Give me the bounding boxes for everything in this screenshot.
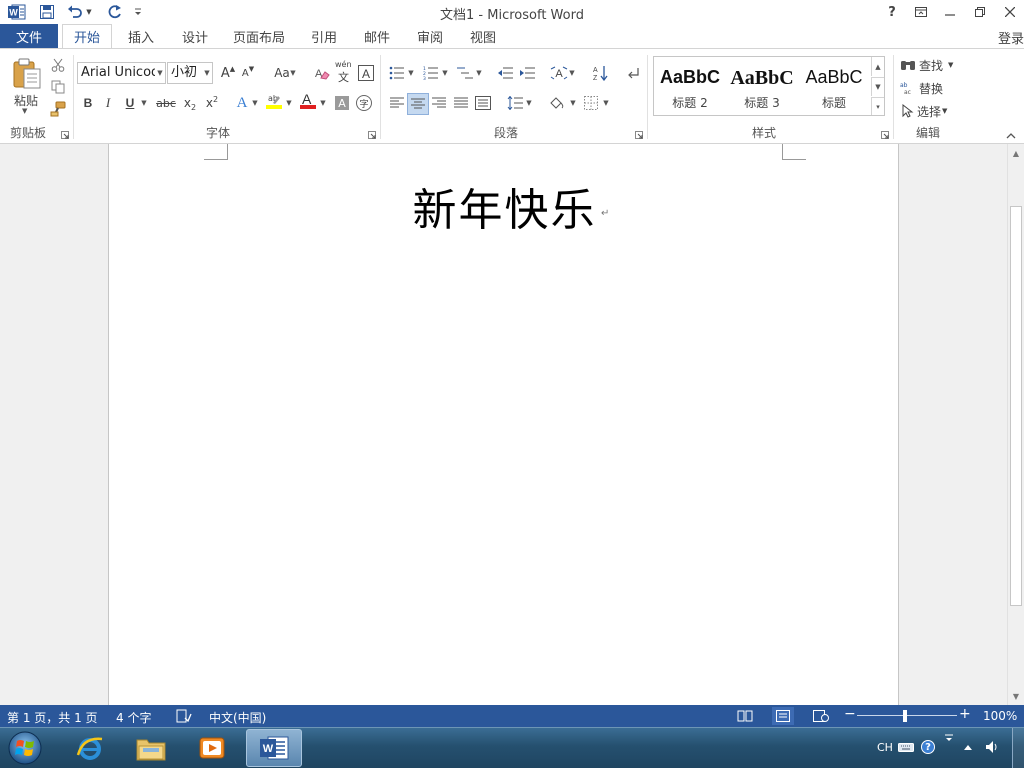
tab-references[interactable]: 引用 <box>302 24 346 48</box>
margin-corner-mark <box>204 144 228 160</box>
style-sample: AaBbC <box>730 67 794 89</box>
help-button[interactable]: ? <box>878 0 906 24</box>
replace-icon: ab ac <box>900 81 916 95</box>
close-button[interactable] <box>996 0 1024 24</box>
ribbon-tab-bar: 文件 开始 插入 设计 页面布局 引用 邮件 审阅 视图 登录 <box>0 24 1024 49</box>
start-button[interactable] <box>2 728 48 768</box>
tab-page-layout[interactable]: 页面布局 <box>226 24 292 48</box>
ime-language-indicator[interactable]: CH <box>877 741 893 754</box>
styles-group: AaBbC 标题 2 AaBbC 标题 3 AaBbC 标题 ▲ ▼ ▾ 样式 <box>0 49 893 143</box>
style-name: 标题 <box>821 96 846 110</box>
style-name: 标题 3 <box>744 96 780 110</box>
scroll-down-icon[interactable]: ▼ <box>1008 688 1024 704</box>
tab-insert[interactable]: 插入 <box>118 24 164 48</box>
tab-view[interactable]: 视图 <box>461 24 505 48</box>
ime-help-icon[interactable]: ? <box>920 739 936 755</box>
style-sample: AaBbC <box>805 67 863 87</box>
vertical-scrollbar[interactable]: ▲ ▼ <box>1007 144 1024 705</box>
taskbar-explorer-icon[interactable] <box>123 729 179 767</box>
window-title: 文档1 - Microsoft Word <box>440 8 584 23</box>
replace-label: 替换 <box>919 81 944 96</box>
styles-gallery: AaBbC 标题 2 AaBbC 标题 3 AaBbC 标题 ▲ ▼ ▾ <box>653 56 885 116</box>
find-dropdown-icon: ▼ <box>948 61 954 69</box>
taskbar-ie-icon[interactable] <box>62 729 118 767</box>
select-label: 选择 <box>917 104 942 119</box>
styles-dialog-launcher-icon[interactable] <box>881 131 889 139</box>
scroll-up-icon[interactable]: ▲ <box>1008 145 1024 161</box>
proofing-icon[interactable] <box>176 709 192 723</box>
svg-text:ab: ab <box>900 82 908 89</box>
tab-file[interactable]: 文件 <box>0 24 58 48</box>
paragraph-mark: ↵ <box>601 208 610 219</box>
editing-group-label: 编辑 <box>915 126 940 140</box>
windows-taskbar: W CH ? <box>0 727 1024 768</box>
svg-text:W: W <box>263 743 274 755</box>
svg-text:ac: ac <box>904 89 911 95</box>
cursor-arrow-icon <box>902 104 914 118</box>
document-heading[interactable]: 新年快乐 <box>109 174 900 238</box>
show-hidden-icons-icon[interactable] <box>960 739 976 755</box>
find-button[interactable]: 查找 ▼ <box>900 55 962 75</box>
find-label: 查找 <box>919 58 944 73</box>
editing-group: 查找 ▼ ab ac 替换 选择 ▼ 编辑 <box>894 49 962 143</box>
document-page[interactable]: 新年快乐 ↵ <box>108 144 899 705</box>
style-name: 标题 2 <box>672 96 708 110</box>
margin-corner-mark <box>782 144 806 160</box>
taskbar-word-icon[interactable]: W <box>246 729 302 767</box>
web-layout-view-icon[interactable] <box>810 707 832 725</box>
ribbon-home: 粘贴 ▼ 剪贴板 Arial Unicode ▼ 小初 ▼ A ▲ A ▼ Aa… <box>0 48 1024 144</box>
tab-review[interactable]: 审阅 <box>408 24 452 48</box>
tab-design[interactable]: 设计 <box>172 24 218 48</box>
word-count-indicator[interactable]: 4 个字 <box>116 709 151 726</box>
tab-home[interactable]: 开始 <box>62 24 112 49</box>
keyboard-icon[interactable] <box>898 739 914 755</box>
ime-options-icon[interactable] <box>941 730 957 746</box>
gallery-scroll-down-icon[interactable]: ▼ <box>871 77 884 96</box>
gallery-scroll-up-icon[interactable]: ▲ <box>871 57 884 76</box>
scrollbar-thumb[interactable] <box>1010 206 1022 606</box>
replace-button[interactable]: ab ac 替换 <box>900 78 962 98</box>
restore-button[interactable] <box>966 0 994 24</box>
zoom-slider-thumb[interactable] <box>903 710 907 722</box>
style-heading-2[interactable]: AaBbC 标题 2 <box>654 59 726 113</box>
print-layout-view-icon[interactable] <box>772 707 794 725</box>
ime-help-label: ? <box>921 740 935 754</box>
zoom-slider-track[interactable] <box>857 715 957 716</box>
style-title[interactable]: AaBbC 标题 <box>798 59 870 113</box>
title-bar: W ▼ 文档1 - Microsoft Word ? <box>0 0 1024 24</box>
volume-icon[interactable] <box>985 739 1001 755</box>
select-dropdown-icon: ▼ <box>942 107 948 115</box>
zoom-in-button[interactable]: + <box>959 706 971 722</box>
select-button[interactable]: 选择 ▼ <box>902 101 964 121</box>
ribbon-display-options-button[interactable] <box>907 0 935 24</box>
read-mode-view-icon[interactable] <box>734 707 756 725</box>
binoculars-icon <box>900 58 916 72</box>
zoom-level[interactable]: 100% <box>983 709 1017 723</box>
sign-in-link[interactable]: 登录 <box>998 28 1024 47</box>
tab-mailings[interactable]: 邮件 <box>355 24 399 48</box>
status-bar: 第 1 页，共 1 页 4 个字 中文(中国) − + 100% <box>0 705 1024 727</box>
gallery-more-icon[interactable]: ▾ <box>871 97 884 115</box>
page-number-indicator[interactable]: 第 1 页，共 1 页 <box>7 709 98 726</box>
show-desktop-button[interactable] <box>1012 728 1024 768</box>
document-area: 新年快乐 ↵ <box>0 144 1007 705</box>
minimize-button[interactable] <box>936 0 964 24</box>
taskbar-media-player-icon[interactable] <box>184 729 240 767</box>
collapse-ribbon-icon[interactable] <box>1006 133 1016 139</box>
language-indicator[interactable]: 中文(中国) <box>209 709 266 726</box>
zoom-out-button[interactable]: − <box>844 706 856 722</box>
style-sample: AaBbC <box>659 67 720 87</box>
style-heading-3[interactable]: AaBbC 标题 3 <box>726 59 798 113</box>
styles-group-label: 样式 <box>751 126 776 140</box>
